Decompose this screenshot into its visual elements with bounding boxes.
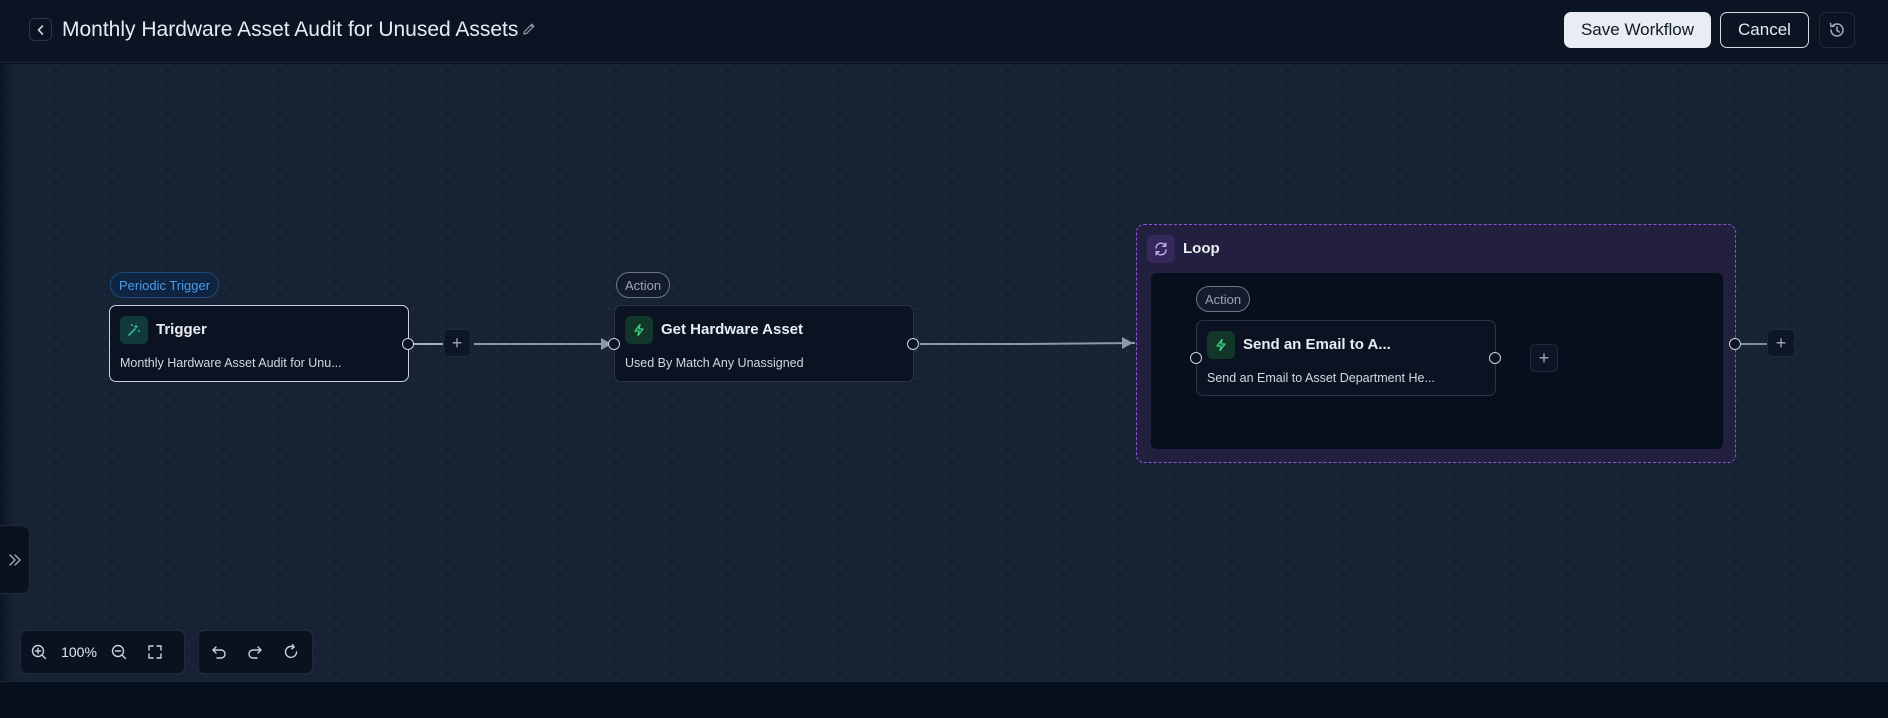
loop-label: Loop xyxy=(1183,240,1220,257)
trigger-subtitle: Monthly Hardware Asset Audit for Unu... xyxy=(120,356,342,370)
add-loop-step-button[interactable]: + xyxy=(1530,344,1558,372)
undo-button[interactable] xyxy=(201,634,237,670)
save-workflow-button[interactable]: Save Workflow xyxy=(1564,12,1711,48)
zoom-out-button[interactable] xyxy=(101,634,137,670)
zoom-in-button[interactable] xyxy=(21,634,57,670)
send-email-output-port[interactable] xyxy=(1489,352,1501,364)
add-after-loop-button[interactable]: + xyxy=(1767,329,1795,357)
footer-bar xyxy=(0,681,1888,718)
trigger-node[interactable]: Trigger Monthly Hardware Asset Audit for… xyxy=(109,305,409,382)
cancel-button[interactable]: Cancel xyxy=(1720,12,1809,48)
sparkle-icon xyxy=(120,316,148,344)
reset-icon xyxy=(284,644,298,659)
back-button[interactable] xyxy=(29,18,52,41)
get-hardware-asset-node[interactable]: Get Hardware Asset Used By Match Any Una… xyxy=(614,305,914,382)
send-email-input-port[interactable] xyxy=(1190,352,1202,364)
zoom-in-icon xyxy=(31,644,47,660)
action-title: Get Hardware Asset xyxy=(661,321,804,338)
history-button[interactable] xyxy=(1819,12,1855,48)
side-panel-toggle[interactable] xyxy=(0,525,30,594)
lightning-icon xyxy=(1207,331,1235,359)
history-toolbar xyxy=(198,630,313,674)
action-output-port[interactable] xyxy=(907,338,919,350)
zoom-toolbar: 100% xyxy=(20,630,185,674)
send-email-subtitle: Send an Email to Asset Department He... xyxy=(1207,371,1435,385)
fit-screen-icon xyxy=(148,645,162,659)
refresh-icon xyxy=(1147,235,1175,263)
pencil-icon[interactable] xyxy=(521,21,539,39)
action-input-port[interactable] xyxy=(608,338,620,350)
zoom-level: 100% xyxy=(61,644,97,660)
trigger-output-port[interactable] xyxy=(402,338,414,350)
reset-button[interactable] xyxy=(273,634,309,670)
action-badge: Action xyxy=(616,272,671,298)
send-email-node[interactable]: Send an Email to A... Send an Email to A… xyxy=(1196,320,1496,396)
fit-screen-button[interactable] xyxy=(137,634,173,670)
history-icon xyxy=(1829,22,1844,37)
chevron-left-icon xyxy=(37,24,43,35)
lightning-icon xyxy=(625,316,653,344)
header-bar: Monthly Hardware Asset Audit for Unused … xyxy=(0,0,1888,63)
redo-icon xyxy=(248,646,262,659)
loop-output-port[interactable] xyxy=(1729,338,1741,350)
undo-icon xyxy=(212,646,226,659)
add-step-button[interactable]: + xyxy=(443,329,471,357)
zoom-out-icon xyxy=(111,644,127,660)
double-chevron-right-icon xyxy=(8,553,21,566)
action-subtitle: Used By Match Any Unassigned xyxy=(625,356,804,370)
send-email-title: Send an Email to A... xyxy=(1243,336,1391,353)
trigger-title: Trigger xyxy=(156,321,207,338)
redo-button[interactable] xyxy=(237,634,273,670)
loop-action-badge: Action xyxy=(1196,286,1251,312)
page-title: Monthly Hardware Asset Audit for Unused … xyxy=(62,18,519,41)
periodic-trigger-badge: Periodic Trigger xyxy=(110,272,220,298)
